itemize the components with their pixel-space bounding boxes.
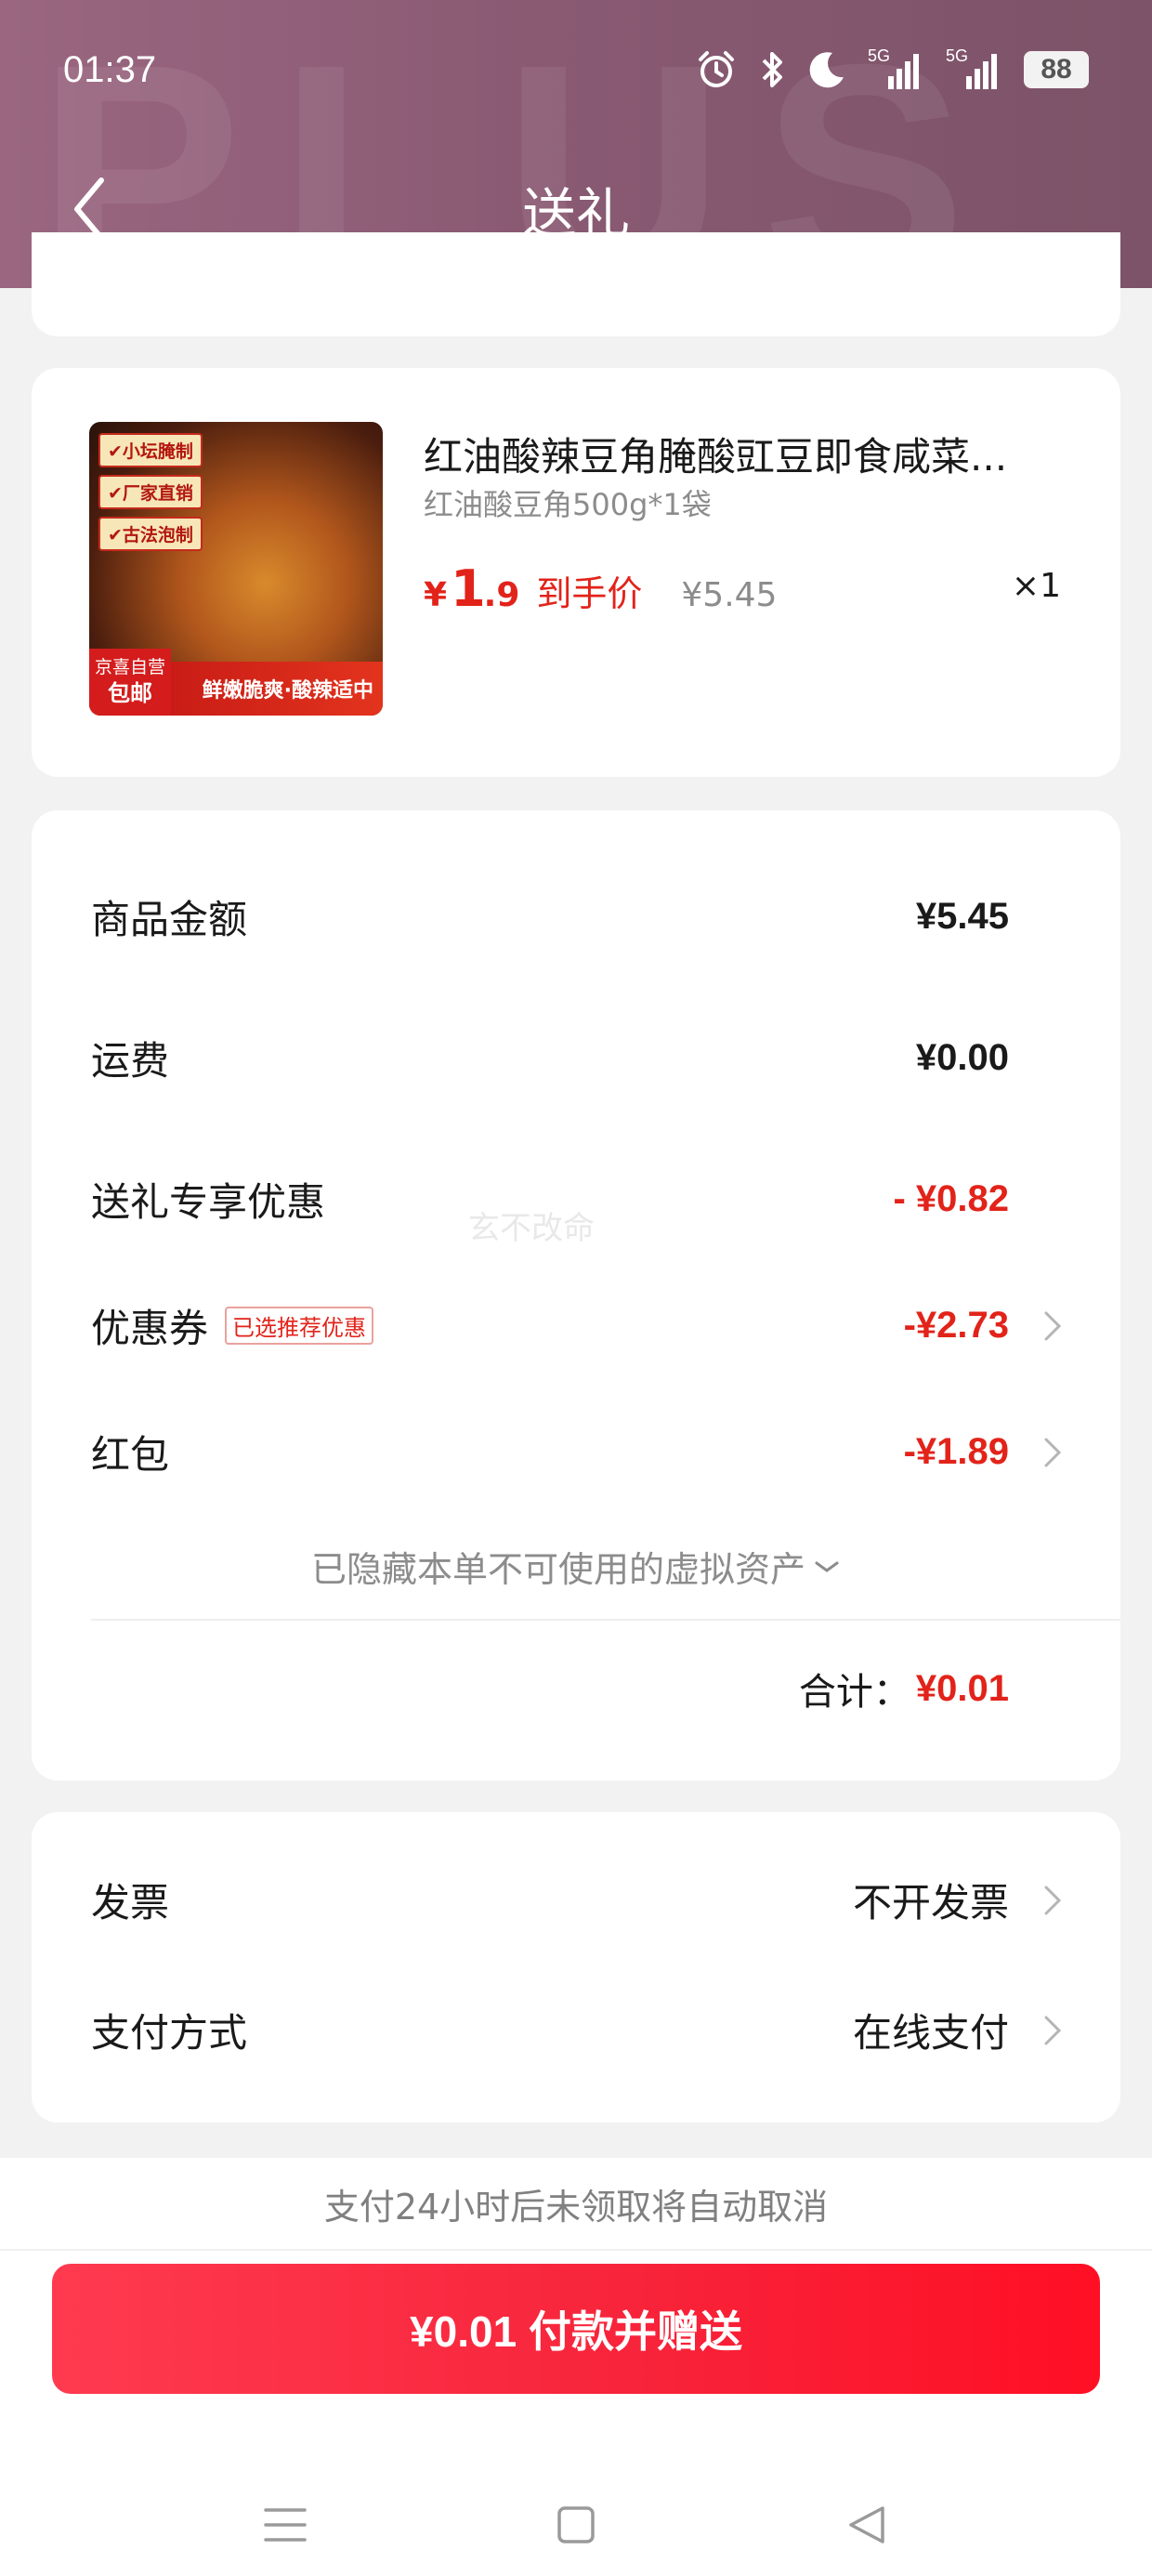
thumbnail-tags: ✔小坛腌制 ✔厂家直销 ✔古法泡制 [98,433,203,551]
redpacket-row[interactable]: 红包 -¥1.89 [91,1424,1062,1480]
thumbnail-tag: ✔古法泡制 [98,517,203,551]
shipping-row: 运费 ¥0.00 [91,1030,1009,1086]
payment-method-row[interactable]: 支付方式 在线支付 [91,2002,1062,2058]
hidden-assets-toggle[interactable]: 已隐藏本单不可使用的虚拟资产 [32,1541,1120,1592]
goods-amount-value: ¥5.45 [915,896,1009,937]
thumbnail-badge-top: 京喜自营 [94,657,165,678]
thumbnail-tag: ✔小坛腌制 [98,433,203,467]
thumbnail-badge-bottom: 包邮 [108,679,152,706]
pay-and-gift-button[interactable]: ¥0.01 付款并赠送 [52,2264,1100,2394]
goods-amount-row: 商品金额 ¥5.45 [91,888,1009,945]
total-value: ¥0.01 [915,1667,1009,1709]
coupon-value: -¥2.73 [903,1305,1009,1346]
shipping-value: ¥0.00 [915,1037,1009,1078]
redpacket-value: -¥1.89 [903,1431,1009,1472]
product-card: ✔小坛腌制 ✔厂家直销 ✔古法泡制 鲜嫩脆爽·酸辣适中 京喜自营 包邮 红油酸辣… [32,368,1120,777]
status-time: 01:37 [63,48,157,90]
goods-amount-label: 商品金额 [91,897,248,942]
price-decimal: .9 [483,576,520,614]
price-row: ¥ 1 .9 到手价 ¥5.45 [424,559,777,618]
product-spec: 红油酸豆角500g*1袋 [424,487,712,522]
total-row: 合计： ¥0.01 [799,1662,1009,1715]
price-integer: 1 [451,559,486,618]
redpacket-label: 红包 [91,1432,170,1478]
amounts-card: 玄不改命 商品金额 ¥5.45 运费 ¥0.00 送礼专享优惠 - ¥0.82 … [32,810,1120,1781]
gift-discount-label: 送礼专享优惠 [91,1179,326,1225]
payment-method-label: 支付方式 [91,2010,248,2056]
bluetooth-icon [758,48,786,91]
chevron-right-icon [1044,1886,1062,1914]
shipping-label: 运费 [91,1038,170,1084]
chevron-right-icon [1044,1438,1062,1466]
product-title[interactable]: 红油酸辣豆角腌酸豇豆即食咸菜... [424,426,1083,482]
price-label: 到手价 [536,573,643,614]
status-icons: 5G 5G 88 [695,46,1089,91]
coupon-row[interactable]: 优惠券 已选推荐优惠 -¥2.73 [91,1297,1062,1354]
divider [91,1619,1120,1621]
moon-icon [806,49,847,90]
gift-discount-value: - ¥0.82 [893,1178,1009,1219]
menu-icon[interactable] [248,2488,322,2562]
invoice-label: 发票 [91,1880,170,1925]
back-triangle-icon[interactable] [830,2488,904,2562]
status-bar: 01:37 5G 5G 88 [0,0,1152,139]
alarm-icon [695,48,738,91]
auto-cancel-notice: 支付24小时后未领取将自动取消 [0,2158,1152,2251]
chevron-down-icon [815,1561,839,1572]
payment-card: 发票 不开发票 支付方式 在线支付 [32,1812,1120,2123]
total-label: 合计： [798,1671,910,1714]
system-nav-bar [0,2474,1152,2576]
quantity: ×1 [1011,567,1061,605]
thumbnail-tag: ✔厂家直销 [98,475,203,509]
gift-discount-row: 送礼专享优惠 - ¥0.82 [91,1171,1009,1228]
price-symbol: ¥ [424,576,448,614]
home-square-icon[interactable] [539,2488,613,2562]
thumbnail-badge: 京喜自营 包邮 [89,649,171,716]
coupon-recommended-tag: 已选推荐优惠 [225,1307,374,1345]
invoice-value: 不开发票 [852,1880,1009,1925]
signal-5g-icon-2: 5G [946,46,1003,91]
hidden-assets-text: 已隐藏本单不可使用的虚拟资产 [310,1549,805,1590]
coupon-label: 优惠券 [91,1306,209,1351]
payment-method-value: 在线支付 [852,2010,1009,2056]
bottom-area: 支付24小时后未领取将自动取消 ¥0.01 付款并赠送 [0,2158,1152,2576]
address-card[interactable] [32,232,1120,336]
signal-5g-icon: 5G [868,46,925,91]
chevron-right-icon [1044,2016,1062,2044]
invoice-row[interactable]: 发票 不开发票 [91,1872,1062,1928]
product-thumbnail[interactable]: ✔小坛腌制 ✔厂家直销 ✔古法泡制 鲜嫩脆爽·酸辣适中 京喜自营 包邮 [89,422,383,716]
battery-indicator: 88 [1024,51,1089,88]
chevron-right-icon [1044,1311,1062,1340]
original-price: ¥5.45 [681,576,778,614]
